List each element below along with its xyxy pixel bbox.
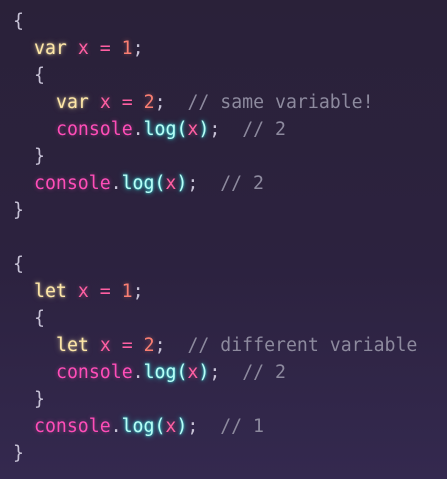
code-comment: // 2 [242,362,286,383]
code-editor: { var x = 1; { var x = 2; // same variab… [0,0,447,479]
keyword-var: var [34,38,67,59]
paren-open: ( [176,362,188,383]
paren-close: ) [198,362,210,383]
code-line-7: console.log(x); // 2 [13,170,447,197]
assign-operator: = [121,335,133,356]
identifier-x: x [187,362,199,383]
keyword-let: let [56,335,89,356]
identifier-x: x [187,119,199,140]
paren-open: ( [154,416,166,437]
code-line-14: console.log(x); // 2 [13,359,447,386]
code-line-10: { [13,251,447,278]
semicolon: ; [154,335,166,356]
brace-open: { [13,11,24,32]
brace-open: { [34,65,45,86]
code-line-15: } [13,386,447,413]
paren-close: ) [198,119,210,140]
number-literal: 1 [121,38,133,59]
identifier-x: x [165,416,177,437]
code-line-6: } [13,143,447,170]
number-literal: 1 [121,281,133,302]
semicolon: ; [154,92,166,113]
brace-close: } [34,146,45,167]
paren-close: ) [176,416,188,437]
semicolon: ; [132,281,144,302]
brace-close: } [13,200,24,221]
identifier-x: x [99,335,111,356]
number-literal: 2 [143,92,155,113]
identifier-x: x [77,281,89,302]
code-comment: // same variable! [187,92,374,113]
dot: . [110,173,122,194]
paren-close: ) [176,173,188,194]
brace-open: { [13,254,24,275]
code-line-5: console.log(x); // 2 [13,116,447,143]
keyword-var: var [56,92,89,113]
code-line-2: var x = 1; [13,35,447,62]
semicolon: ; [187,416,199,437]
paren-open: ( [154,173,166,194]
dot: . [132,362,144,383]
assign-operator: = [121,92,133,113]
log-method: log [121,416,155,437]
identifier-x: x [99,92,111,113]
code-line-1: { [13,8,447,35]
semicolon: ; [132,38,144,59]
brace-close: } [34,389,45,410]
code-comment: // 2 [242,119,286,140]
semicolon: ; [209,362,221,383]
code-line-3: { [13,62,447,89]
code-line-8: } [13,197,447,224]
dot: . [132,119,144,140]
console-object: console [34,173,111,194]
code-line-12: { [13,305,447,332]
semicolon: ; [209,119,221,140]
log-method: log [143,119,177,140]
code-line-16: console.log(x); // 1 [13,413,447,440]
code-comment: // different variable [187,335,418,356]
console-object: console [56,362,133,383]
brace-close: } [13,443,24,464]
code-line-17: } [13,440,447,467]
brace-open: { [34,308,45,329]
code-line-4: var x = 2; // same variable! [13,89,447,116]
paren-open: ( [176,119,188,140]
code-comment: // 1 [220,416,264,437]
code-line-11: let x = 1; [13,278,447,305]
semicolon: ; [187,173,199,194]
keyword-let: let [34,281,67,302]
log-method: log [121,173,155,194]
identifier-x: x [165,173,177,194]
console-object: console [56,119,133,140]
dot: . [110,416,122,437]
identifier-x: x [77,38,89,59]
code-comment: // 2 [220,173,264,194]
number-literal: 2 [143,335,155,356]
assign-operator: = [99,38,111,59]
console-object: console [34,416,111,437]
assign-operator: = [99,281,111,302]
log-method: log [143,362,177,383]
code-line-13: let x = 2; // different variable [13,332,447,359]
